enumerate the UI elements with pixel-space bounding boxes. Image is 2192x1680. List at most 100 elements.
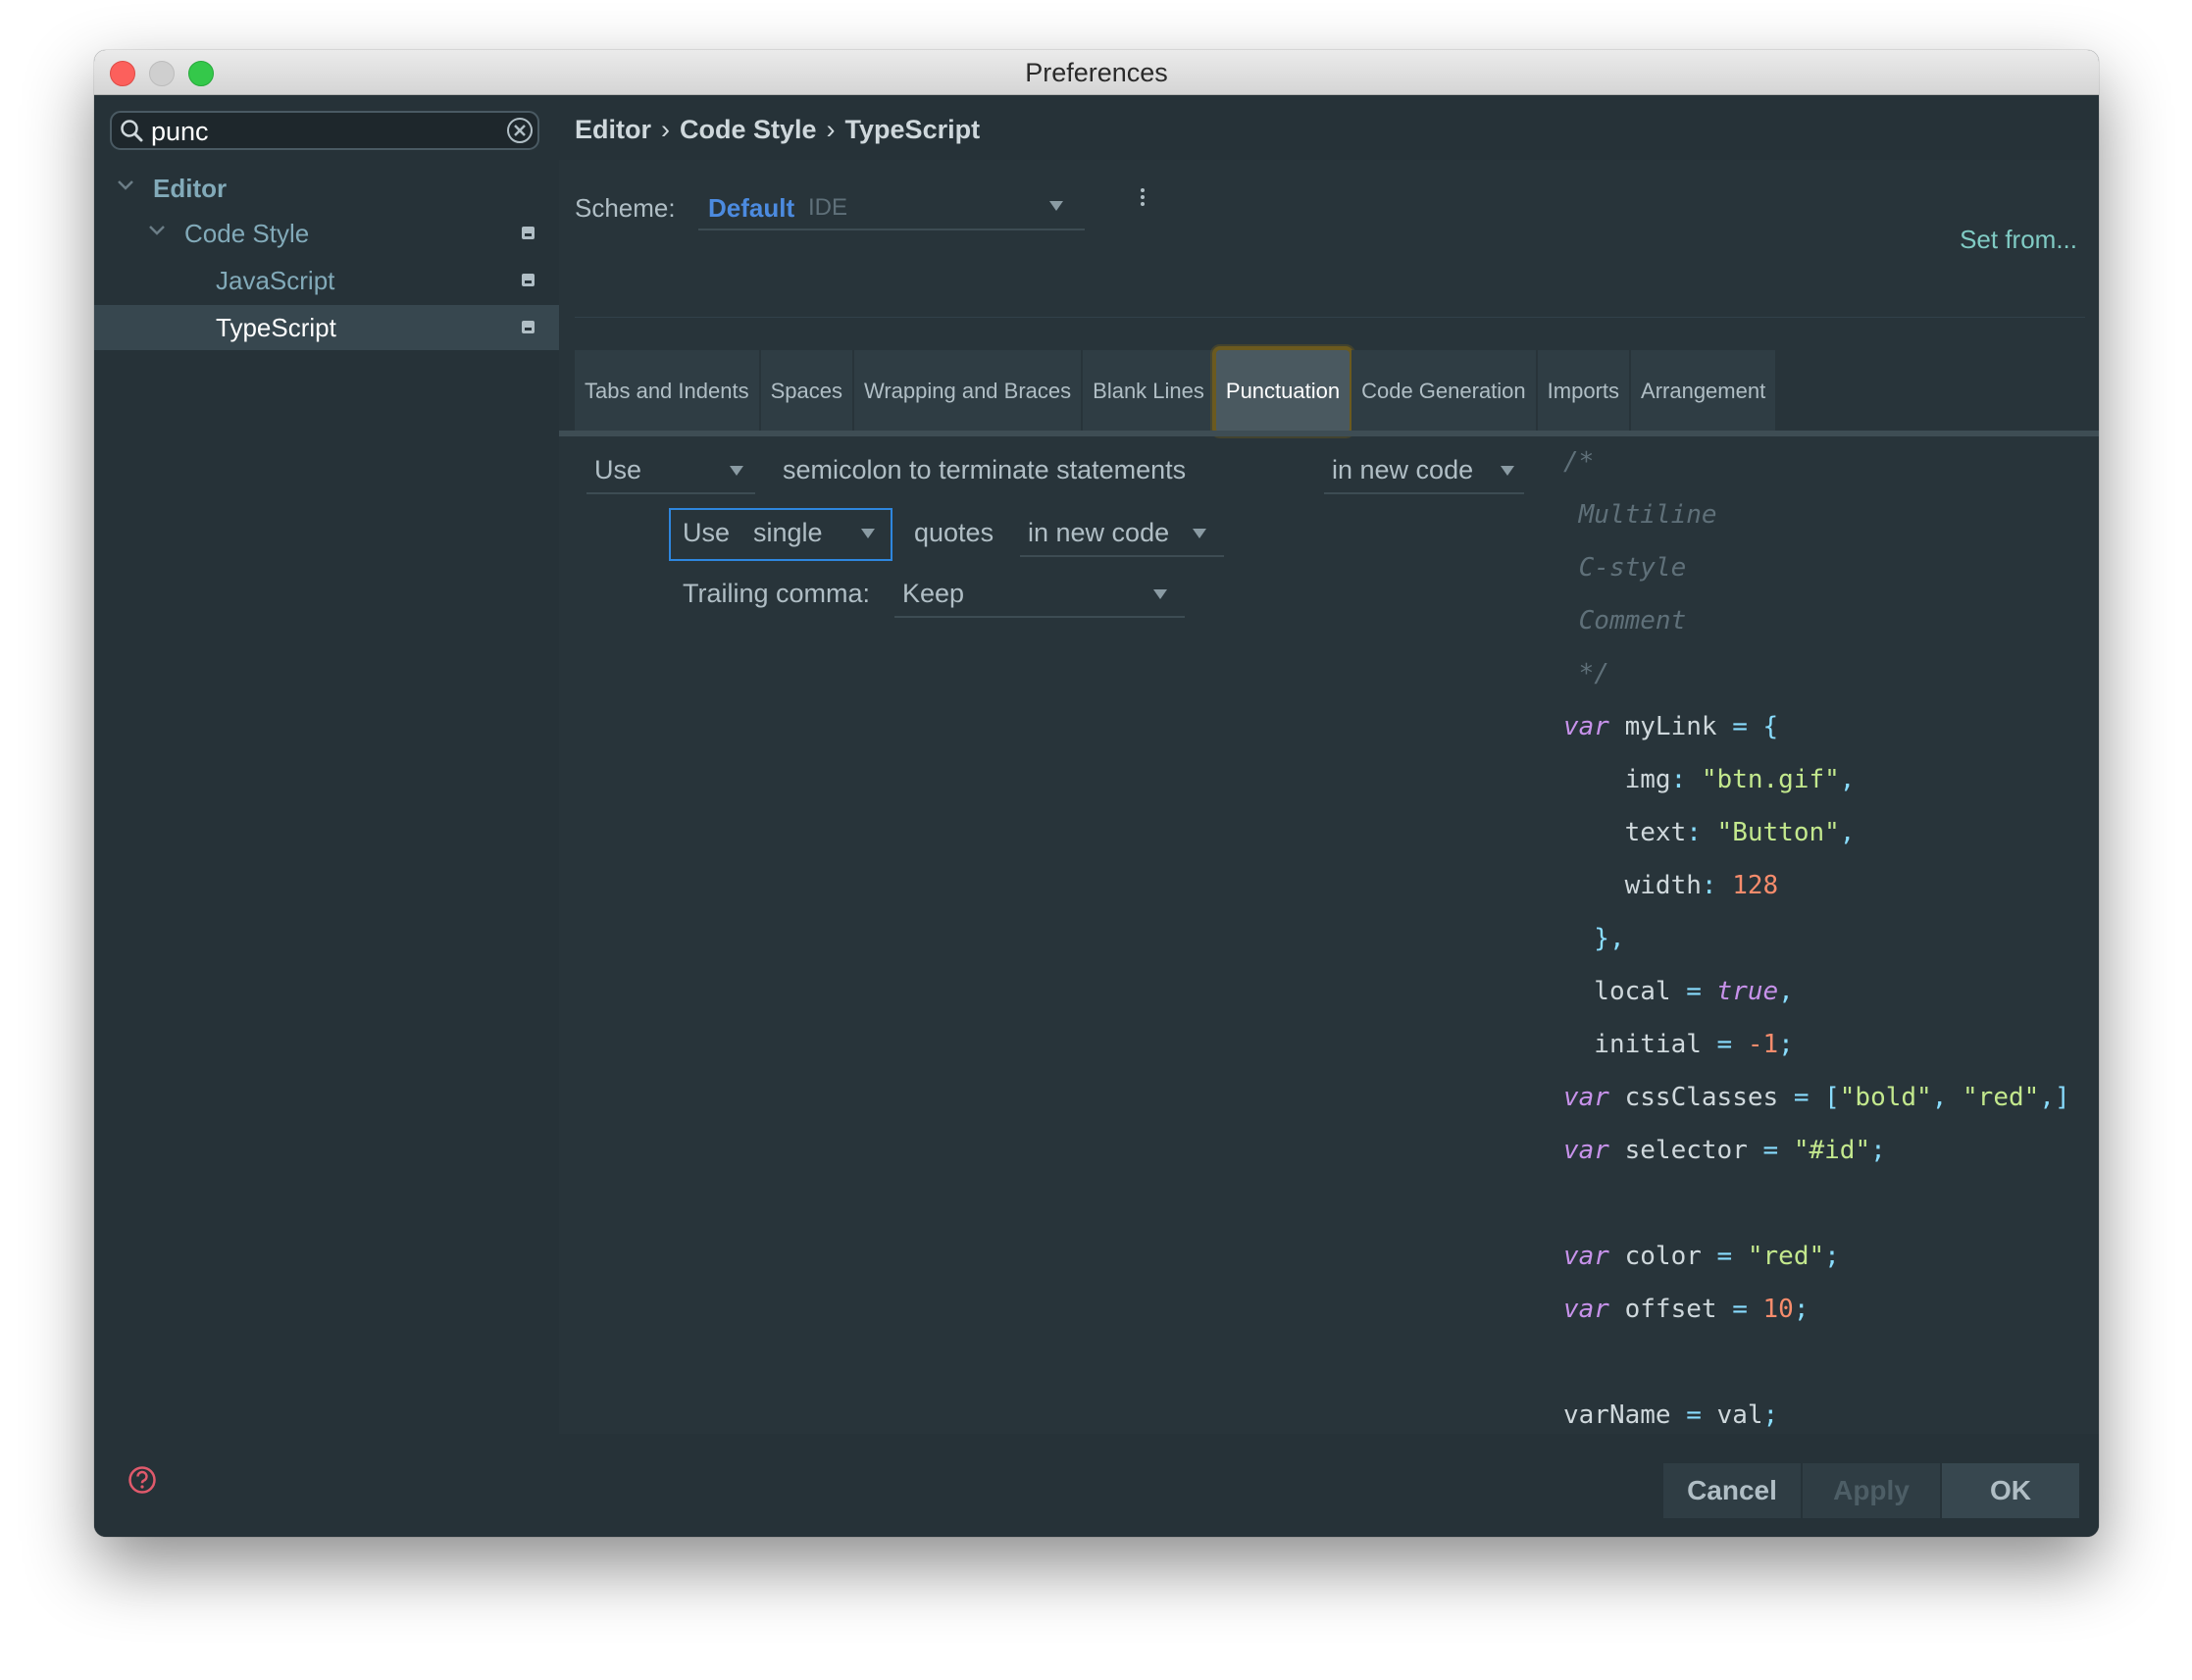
tab-bar: Tabs and Indents Spaces Wrapping and Bra… [575,350,1777,433]
code-token: width [1563,871,1702,900]
code-token: , [1778,977,1794,1006]
code-token: varName [1563,1400,1687,1430]
code-token: offset [1608,1295,1733,1324]
tab-blank-lines[interactable]: Blank Lines [1083,350,1214,433]
tab-code-generation[interactable]: Code Generation [1351,350,1536,433]
code-token: = [1716,1030,1748,1059]
dropdown-arrow-icon [1049,201,1063,211]
project-scope-icon [522,274,535,286]
code-line: Multiline [1563,500,2070,553]
code-token: 10 [1762,1295,1794,1324]
quotes-style-dropdown[interactable]: single [745,510,887,555]
code-token: true [1716,977,1779,1006]
code-token: val [1716,1400,1763,1430]
code-line: initial = -1; [1563,1030,2070,1083]
code-token: "bold" [1839,1083,1932,1112]
tree-item-editor[interactable]: Editor [94,166,559,211]
code-token: }, [1563,924,1625,953]
code-preview: /* Multiline C-style Comment */ var myLin… [1563,447,2070,1453]
code-token: var [1563,1242,1609,1271]
code-token: var [1563,1136,1609,1165]
breadcrumb: Editor › Code Style › TypeScript [575,115,980,145]
quotes-scope-dropdown[interactable]: in new code [1020,510,1224,557]
trailing-comma-label: Trailing comma: [683,579,871,608]
dropdown-arrow-icon [730,466,743,476]
code-token: var [1563,712,1609,741]
sidebar: Editor Code Style JavaScript TypeScript [94,95,559,1434]
dropdown-arrow-icon [1153,589,1167,599]
tree-item-code-style[interactable]: Code Style [94,211,559,256]
tree-item-javascript[interactable]: JavaScript [94,258,559,303]
code-line: var selector = "#id"; [1563,1136,2070,1189]
code-line: var cssClasses = ["bold", "red",] [1563,1083,2070,1136]
quotes-use-label: Use [683,518,731,547]
code-token: "Button" [1716,818,1840,847]
code-token: var [1563,1295,1609,1324]
code-token: local [1563,977,1687,1006]
semicolon-scope-value: in new code [1332,455,1474,484]
trailing-comma-value: Keep [902,579,965,608]
search-input[interactable] [149,115,486,148]
tab-spaces[interactable]: Spaces [760,350,852,433]
code-token: -1 [1747,1030,1779,1059]
tab-punctuation[interactable]: Punctuation [1215,350,1351,433]
set-from-link[interactable]: Set from... [1960,225,2077,255]
search-box[interactable] [110,111,539,150]
code-token: "red" [1747,1242,1825,1271]
tabs-underline [559,431,2099,436]
breadcrumb-editor: Editor [575,115,651,144]
cancel-button[interactable]: Cancel [1663,1463,1801,1518]
help-icon[interactable] [127,1465,157,1500]
trailing-comma-dropdown[interactable]: Keep [894,571,1185,618]
dropdown-arrow-icon [1193,529,1206,538]
code-token: img [1563,765,1671,794]
code-token: , [1839,818,1856,847]
code-token: C-style [1563,553,1687,583]
code-line: local = true, [1563,977,2070,1030]
chevron-down-icon[interactable] [116,176,135,200]
tab-tabs-and-indents[interactable]: Tabs and Indents [575,350,759,433]
code-token: color [1608,1242,1717,1271]
code-token: */ [1563,659,1609,688]
apply-button[interactable]: Apply [1803,1463,1940,1518]
code-token: /* [1563,447,1595,477]
tree-label-code-style: Code Style [184,219,310,248]
ok-button[interactable]: OK [1942,1463,2079,1518]
code-token: "red" [1963,1083,2040,1112]
chevron-down-icon[interactable] [147,221,167,245]
project-scope-icon [522,227,535,239]
breadcrumb-code-style: Code Style [680,115,817,144]
tab-arrangement[interactable]: Arrangement [1631,350,1776,433]
code-line: var color = "red"; [1563,1242,2070,1295]
scheme-dropdown[interactable]: Default IDE [698,179,1085,230]
code-token: selector [1608,1136,1763,1165]
semicolon-label: semicolon to terminate statements [783,455,1187,484]
bottom-bar: Cancel Apply OK [94,1434,2099,1537]
code-token: , [1931,1083,1963,1112]
semicolon-scope-dropdown[interactable]: in new code [1324,447,1524,494]
tab-imports[interactable]: Imports [1537,350,1630,433]
semicolon-use-dropdown[interactable]: Use [586,447,755,494]
code-line: /* [1563,447,2070,500]
clear-search-icon[interactable] [506,117,534,149]
code-token: = [1686,977,1717,1006]
tab-wrapping-and-braces[interactable]: Wrapping and Braces [853,350,1082,433]
more-options-icon[interactable] [1128,185,1157,219]
project-scope-icon [522,321,535,333]
code-token: ,] [2039,1083,2070,1112]
code-token: : [1686,818,1717,847]
code-line: var offset = 10; [1563,1295,2070,1348]
code-line: img: "btn.gif", [1563,765,2070,818]
code-token: ; [1870,1136,1886,1165]
code-token: : [1701,871,1733,900]
code-token: ; [1793,1295,1810,1324]
tree-item-typescript[interactable]: TypeScript [94,305,559,350]
window-title: Preferences [1025,58,1168,87]
code-token: ; [1824,1242,1840,1271]
search-icon [120,119,145,149]
code-token: = [1762,1136,1794,1165]
code-token: : [1670,765,1702,794]
code-token: "btn.gif" [1701,765,1840,794]
